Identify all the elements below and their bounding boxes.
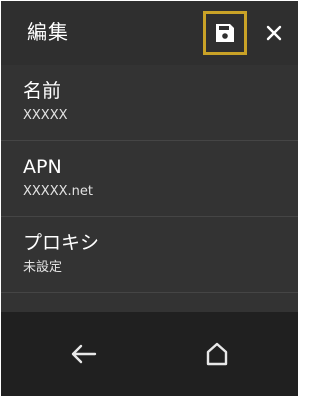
close-icon xyxy=(266,25,282,41)
save-button[interactable] xyxy=(203,11,247,55)
list-item-value: 未設定 xyxy=(23,260,63,275)
home-icon xyxy=(206,342,228,366)
list-item-apn[interactable]: APN XXXXX.net xyxy=(1,141,298,217)
edit-screen: 編集 名前 XXXXX APN XXXXX.net プロキシ 未設定 xyxy=(1,1,298,396)
list-item-value: XXXXX.net xyxy=(23,184,93,199)
save-icon xyxy=(216,24,234,42)
back-arrow-icon xyxy=(71,344,97,364)
close-button[interactable] xyxy=(259,17,289,49)
home-button[interactable] xyxy=(199,336,235,372)
settings-list: 名前 XXXXX APN XXXXX.net プロキシ 未設定 xyxy=(1,65,298,312)
list-item-label: APN xyxy=(23,156,62,178)
list-item-value: XXXXX xyxy=(23,108,68,123)
back-button[interactable] xyxy=(65,336,101,372)
list-item-proxy[interactable]: プロキシ 未設定 xyxy=(1,217,298,293)
navigation-bar xyxy=(1,312,298,396)
list-item-label: 名前 xyxy=(23,80,62,102)
list-item-label: プロキシ xyxy=(23,232,100,254)
header-bar: 編集 xyxy=(1,1,298,65)
list-item-name[interactable]: 名前 XXXXX xyxy=(1,65,298,141)
page-title: 編集 xyxy=(27,20,69,44)
